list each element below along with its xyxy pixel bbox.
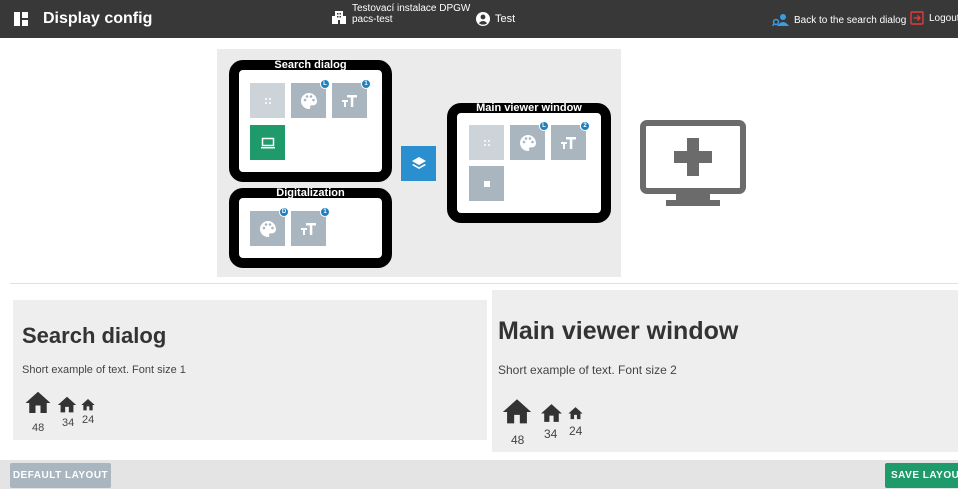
home-icon bbox=[81, 399, 95, 411]
badge: 2 bbox=[580, 121, 590, 131]
size-label: 24 bbox=[82, 414, 95, 426]
layers-button[interactable] bbox=[401, 146, 436, 181]
home-icon bbox=[541, 404, 562, 422]
palette-icon bbox=[259, 220, 276, 237]
tile-drag[interactable] bbox=[469, 125, 504, 160]
back-to-search-link[interactable]: Back to the search dialog bbox=[772, 13, 906, 27]
drag-dots-icon bbox=[264, 97, 271, 104]
logout-label: Logout bbox=[929, 12, 958, 24]
size-label: 34 bbox=[62, 417, 75, 429]
default-layout-button[interactable]: DEFAULT LAYOUT bbox=[10, 463, 111, 488]
preview-heading: Search dialog bbox=[22, 323, 167, 348]
font-size-icon bbox=[300, 222, 316, 235]
palette-icon bbox=[519, 134, 536, 151]
home-icon bbox=[57, 396, 77, 413]
square-icon bbox=[483, 180, 490, 187]
font-size-icon bbox=[341, 94, 357, 107]
window-title: Main viewer window bbox=[476, 102, 582, 114]
badge: 1 bbox=[320, 207, 330, 217]
size-label: 48 bbox=[511, 433, 525, 447]
tile-monitor[interactable] bbox=[250, 125, 285, 160]
save-layout-button[interactable]: SAVE LAYOUT bbox=[885, 463, 958, 488]
badge: 1 bbox=[361, 79, 371, 89]
app-title: Display config bbox=[43, 10, 153, 27]
monitor-icon bbox=[260, 137, 275, 148]
home-icon bbox=[25, 391, 51, 413]
size-label: 34 bbox=[544, 427, 558, 441]
home-icon bbox=[568, 407, 583, 420]
home-icon bbox=[502, 399, 532, 424]
top-bar: Display config Testovací instalace DPGW … bbox=[0, 0, 958, 38]
bottom-bar: DEFAULT LAYOUT SAVE LAYOUT bbox=[0, 460, 958, 489]
user-menu[interactable]: Test bbox=[476, 12, 515, 26]
tile-drag[interactable] bbox=[250, 83, 285, 118]
window-title: Search dialog bbox=[274, 59, 347, 71]
user-name: Test bbox=[495, 13, 516, 25]
installation-name: Testovací instalace DPGW bbox=[352, 3, 471, 14]
font-size-icon bbox=[560, 136, 576, 149]
logout-button[interactable]: Logout bbox=[910, 11, 958, 25]
search-dialog-preview: Search dialog Short example of text. Fon… bbox=[13, 300, 487, 440]
tile-viewport[interactable] bbox=[469, 166, 504, 201]
installation-info: Testovací instalace DPGW pacs-test bbox=[332, 3, 470, 25]
logout-icon bbox=[910, 11, 924, 25]
main-viewer-window[interactable]: Main viewer window L 2 bbox=[447, 103, 611, 223]
tile-color-scheme[interactable]: D bbox=[250, 207, 289, 246]
badge: L bbox=[539, 121, 549, 131]
layers-icon bbox=[411, 156, 426, 169]
add-display-icon[interactable] bbox=[640, 120, 746, 208]
tile-font-size[interactable]: 1 bbox=[291, 207, 330, 246]
tile-color-scheme[interactable]: L bbox=[291, 79, 330, 118]
digitalization-window[interactable]: Digitalization D 1 bbox=[229, 188, 392, 268]
drag-dots-icon bbox=[483, 139, 490, 146]
installation-id: pacs-test bbox=[352, 14, 393, 25]
badge: L bbox=[320, 79, 330, 89]
size-label: 24 bbox=[569, 424, 583, 438]
size-label: 48 bbox=[32, 422, 45, 434]
account-icon bbox=[476, 12, 490, 26]
tile-font-size[interactable]: 2 bbox=[551, 121, 590, 160]
dashboard-icon bbox=[14, 12, 28, 26]
preview-heading: Main viewer window bbox=[498, 317, 739, 345]
tile-font-size[interactable]: 1 bbox=[332, 79, 371, 118]
preview-sample-text: Short example of text. Font size 2 bbox=[498, 363, 677, 377]
badge: D bbox=[279, 207, 289, 217]
search-dialog-window[interactable]: Search dialog L 1 bbox=[229, 60, 392, 182]
tile-color-scheme[interactable]: L bbox=[510, 121, 549, 160]
preview-sample-text: Short example of text. Font size 1 bbox=[22, 364, 186, 376]
palette-icon bbox=[300, 92, 317, 109]
window-title: Digitalization bbox=[276, 187, 345, 199]
building-icon bbox=[332, 11, 346, 24]
main-viewer-preview: Main viewer window Short example of text… bbox=[492, 290, 958, 452]
back-link-label: Back to the search dialog bbox=[794, 14, 907, 26]
divider bbox=[10, 283, 958, 284]
user-search-icon bbox=[772, 14, 789, 27]
